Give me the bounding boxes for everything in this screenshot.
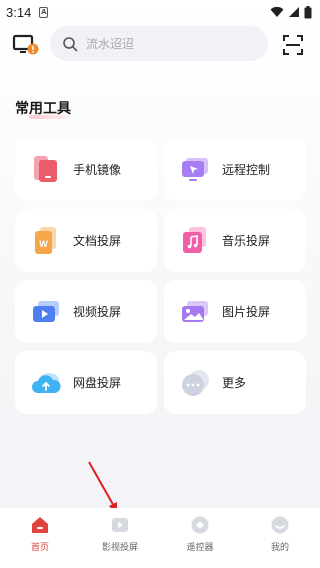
tool-label: 更多 — [222, 376, 247, 390]
top-bar — [0, 26, 320, 64]
tool-label: 音乐投屏 — [222, 234, 271, 248]
tool-tile-cloud-cast[interactable]: 网盘投屏 — [15, 351, 157, 414]
status-time: 3:14 — [6, 4, 32, 20]
nav-label: 我的 — [270, 543, 289, 553]
nav-label: 影视投屏 — [101, 543, 138, 553]
search-input[interactable] — [86, 36, 236, 51]
svg-text:W: W — [39, 239, 48, 249]
scan-icon — [283, 35, 303, 55]
remote-control-icon — [182, 158, 208, 181]
tool-tile-remote-control[interactable]: 远程控制 — [164, 138, 306, 201]
tool-label: 视频投屏 — [73, 305, 122, 319]
tool-label: 网盘投屏 — [73, 376, 122, 390]
tool-label: 图片投屏 — [222, 305, 271, 319]
nav-item-home[interactable]: 首页 — [0, 508, 80, 568]
search-bar[interactable] — [50, 26, 268, 61]
more-icon — [182, 370, 209, 396]
image-cast-icon — [182, 301, 208, 322]
music-cast-icon — [183, 227, 206, 253]
nav-item-video-cast[interactable]: 影视投屏 — [80, 508, 160, 568]
status-bar: 3:14 A — [0, 0, 320, 24]
tool-tile-more[interactable]: 更多 — [164, 351, 306, 414]
profile-icon — [271, 516, 289, 534]
battery-icon — [304, 5, 312, 18]
tool-tile-image-cast[interactable]: 图片投屏 — [164, 280, 306, 343]
monitor-alert-icon — [12, 34, 39, 55]
nav-label: 首页 — [30, 543, 49, 553]
phone-mirror-icon — [34, 156, 57, 182]
signal-icon — [289, 7, 299, 17]
video-cast-icon — [33, 301, 59, 322]
screen-connect-button[interactable] — [12, 33, 40, 57]
scan-button[interactable] — [282, 34, 304, 56]
cloud-cast-icon — [32, 373, 61, 393]
tool-label: 文档投屏 — [73, 234, 122, 248]
tool-label: 远程控制 — [222, 163, 271, 177]
home-icon — [32, 517, 48, 533]
bottom-nav: 首页 影视投屏 遥控器 我的 — [0, 508, 320, 568]
search-icon — [63, 36, 78, 51]
video-play-icon — [112, 518, 128, 532]
remote-icon — [191, 516, 209, 534]
tool-label: 手机镜像 — [73, 163, 122, 177]
section-title: 常用工具 — [15, 101, 71, 117]
tool-tile-video-cast[interactable]: 视频投屏 — [15, 280, 157, 343]
tool-tile-phone-mirror[interactable]: 手机镜像 — [15, 138, 157, 201]
notification-badge: A — [39, 6, 49, 18]
nav-label: 遥控器 — [186, 543, 214, 553]
tool-tile-document-cast[interactable]: W 文档投屏 — [15, 209, 157, 272]
nav-item-remote[interactable]: 遥控器 — [160, 508, 240, 568]
tool-tile-music-cast[interactable]: 音乐投屏 — [164, 209, 306, 272]
nav-item-profile[interactable]: 我的 — [240, 508, 320, 568]
document-cast-icon: W — [35, 227, 56, 254]
wifi-icon — [270, 6, 284, 17]
